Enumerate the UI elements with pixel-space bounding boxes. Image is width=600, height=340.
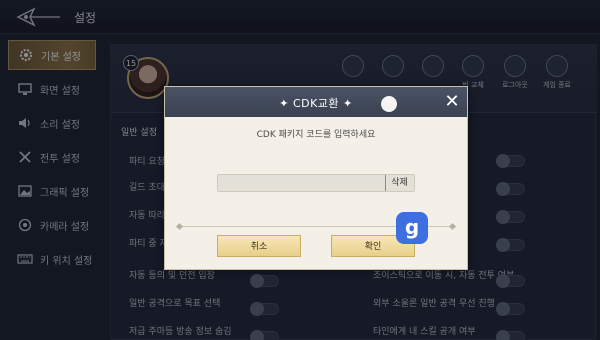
emblem-icon [381,96,397,112]
close-icon[interactable]: ✕ [441,91,463,113]
dialog-prompt: CDK 패키지 코드를 입력하세요 [256,130,376,140]
cancel-button[interactable]: 취소 [217,235,301,257]
dialog-header: ✦ CDK교환 ✦ ✕ [165,87,467,117]
dialog-title: ✦ CDK교환 ✦ [279,97,353,110]
delete-button[interactable]: 삭제 [385,175,413,191]
overlay-app-badge[interactable]: g [396,212,428,244]
